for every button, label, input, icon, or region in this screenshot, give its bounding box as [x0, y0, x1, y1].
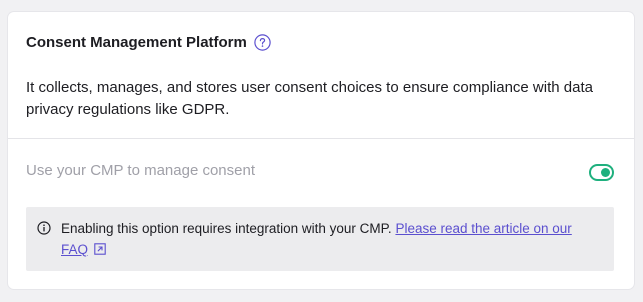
card-title: Consent Management Platform: [26, 34, 247, 51]
info-circle-icon: [37, 221, 51, 235]
card-description: It collects, manages, and stores user co…: [26, 79, 593, 118]
cmp-consent-toggle[interactable]: [589, 164, 614, 181]
question-circle-icon[interactable]: [254, 34, 271, 51]
card-header: Consent Management Platform: [26, 34, 271, 51]
notice-text: Enabling this option requires integratio…: [61, 218, 601, 260]
notice-message: Enabling this option requires integratio…: [61, 221, 396, 236]
cmp-settings-card: Consent Management Platform It collects,…: [8, 12, 634, 289]
cmp-toggle-label: Use your CMP to manage consent: [26, 162, 256, 179]
info-notice: Enabling this option requires integratio…: [26, 207, 614, 271]
external-link-icon[interactable]: [94, 240, 106, 255]
divider: [8, 138, 634, 139]
toggle-knob: [601, 168, 610, 177]
